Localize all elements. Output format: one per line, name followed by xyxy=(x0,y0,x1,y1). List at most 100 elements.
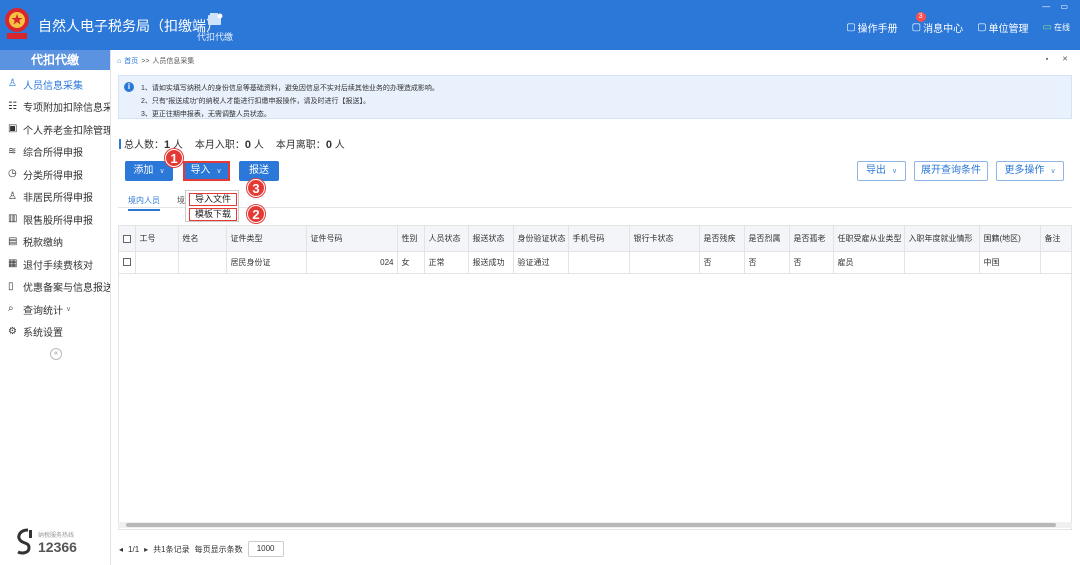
column-header[interactable]: 身份验证状态 xyxy=(513,226,569,252)
tab-domestic-persons[interactable]: 境内人员 xyxy=(128,195,160,211)
column-header[interactable]: 报送状态 xyxy=(468,226,514,252)
sidebar-item-label: 分类所得申报 xyxy=(23,170,83,182)
sidebar-item-12[interactable]: ⚙ 系统设置 xyxy=(0,321,110,344)
collapse-sidebar-icon[interactable]: « xyxy=(50,348,62,360)
table-cell: 正常 xyxy=(424,251,469,274)
column-header[interactable]: 是否残疾 xyxy=(699,226,745,252)
pagination: ◂ 1/1 ▸ 共1条记录 每页显示条数 1000 xyxy=(119,541,284,557)
stats-accent-bar xyxy=(119,139,121,149)
row-checkbox[interactable] xyxy=(119,251,136,274)
sidebar: 代扣代缴 ♙ 人员信息采集 ☷ 专项附加扣除信息采集 ▣ 个人养老金扣除管理 ≋ 综合所得申报… xyxy=(0,50,111,565)
table-row[interactable]: 居民身份证 024 女正常 报送成功 验证通过否否否雇员 中国 xyxy=(119,251,1071,274)
sidebar-item-5[interactable]: ◷ 分类所得申报 xyxy=(0,163,110,186)
per-page-label: 每页显示条数 xyxy=(194,544,243,554)
select-all-checkbox[interactable] xyxy=(119,226,136,252)
pension-icon: ▣ xyxy=(8,123,18,135)
per-page-input[interactable]: 1000 xyxy=(247,541,284,557)
home-icon[interactable]: ⌂ xyxy=(117,58,121,65)
hotline-number: 12366 xyxy=(38,538,77,555)
column-header[interactable]: 证件类型 xyxy=(226,226,307,252)
sidebar-item-label: 限售股所得申报 xyxy=(23,215,93,227)
next-page-icon[interactable]: ▸ xyxy=(144,545,148,554)
hotline-caption: 纳税服务热线 xyxy=(38,532,75,539)
record-total: 共1条记录 xyxy=(153,544,190,554)
column-header[interactable]: 是否孤老 xyxy=(789,226,834,252)
import-highlight-box xyxy=(183,161,230,181)
message-icon: ▢ xyxy=(911,22,922,33)
search-stats-icon: ⌕ xyxy=(8,303,14,315)
column-header[interactable]: 性别 xyxy=(397,226,425,252)
prev-page-icon[interactable]: ◂ xyxy=(119,545,123,554)
wallet-icon: ▤ xyxy=(8,235,18,247)
window-controls[interactable]: — ▭ xyxy=(1042,2,1072,11)
sidebar-item-8[interactable]: ▤ 税款缴纳 xyxy=(0,231,110,254)
annotation-step-1: 1 xyxy=(165,149,183,167)
table-cell: 报送成功 xyxy=(468,251,514,274)
sidebar-item-9[interactable]: ▦ 退付手续费核对 xyxy=(0,253,110,276)
import-file-menu-item[interactable]: 导入文件 xyxy=(189,193,237,206)
hotline-logo-icon xyxy=(17,528,32,555)
notice-line-2: 2、只有“报送成功”的纳税人才能进行扣缴申报操作，请及时进行【报送】。 xyxy=(141,98,371,105)
horizontal-scrollbar[interactable] xyxy=(118,522,1072,528)
column-header[interactable]: 姓名 xyxy=(178,226,227,252)
sidebar-item-label: 退付手续费核对 xyxy=(23,260,93,272)
add-button[interactable]: 添加 ∨ xyxy=(125,161,173,181)
message-count-badge: 3 xyxy=(915,12,926,22)
page-indicator: 1/1 xyxy=(128,544,140,554)
more-actions-button[interactable]: 更多操作 ∨ xyxy=(996,161,1064,181)
table-cell xyxy=(629,251,700,274)
expand-query-button[interactable]: 展开查询条件 xyxy=(914,161,988,181)
tab-withholding[interactable]: 代扣代缴 xyxy=(195,12,235,43)
message-center-link[interactable]: ▢ 3 消息中心 xyxy=(911,12,963,35)
scrollbar-thumb[interactable] xyxy=(126,523,1056,527)
sidebar-item-1[interactable]: ♙ 人员信息采集 xyxy=(0,73,110,96)
online-status[interactable]: ▭ 在线 xyxy=(1043,20,1070,35)
template-download-menu-item[interactable]: 模板下载 xyxy=(189,208,237,221)
tab-withholding-label: 代扣代缴 xyxy=(196,32,233,42)
notice-line-3: 3、更正往期申报表，无需调整人员状态。 xyxy=(141,111,271,118)
tab-foreign-persons[interactable]: 境 xyxy=(177,195,185,206)
column-header[interactable]: 国籍(地区) xyxy=(979,226,1041,252)
table-cell xyxy=(135,251,179,274)
column-header[interactable]: 是否烈属 xyxy=(744,226,790,252)
sidebar-item-6[interactable]: ♙ 非居民所得申报 xyxy=(0,186,110,209)
sidebar-item-10[interactable]: ▯优惠备案与信息报送∨ xyxy=(0,276,110,299)
breadcrumb-current: 人员信息采集 xyxy=(152,58,195,65)
sidebar-item-label: 优惠备案与信息报送 xyxy=(23,283,110,295)
top-bar: 自然人电子税务局（扣缴端） 代扣代缴 — ▭ ▢ 操作手册 ▢ 3 消息中心 ▢… xyxy=(0,0,1080,50)
table-cell: 居民身份证 xyxy=(226,251,307,274)
sidebar-item-label: 专项附加扣除信息采集 xyxy=(23,103,110,115)
company-management-link[interactable]: ▢ 单位管理 xyxy=(977,20,1028,35)
column-header[interactable]: 入职年度就业情形 xyxy=(904,226,980,252)
manual-link[interactable]: ▢ 操作手册 xyxy=(846,20,897,35)
breadcrumb-home[interactable]: 首页 xyxy=(124,56,138,66)
column-header[interactable]: 银行卡状态 xyxy=(629,226,700,252)
column-header[interactable]: 人员状态 xyxy=(424,226,469,252)
main-content: ⌂ 首页 >> 人员信息采集 ▪ ✕ i 1、请如实填写纳税人的身份信息等基础资… xyxy=(111,50,1080,565)
online-icon: ▭ xyxy=(1042,22,1052,33)
column-header[interactable]: 手机号码 xyxy=(568,226,630,252)
tax-emblem-logo xyxy=(5,8,29,39)
column-header[interactable]: 证件号码 xyxy=(306,226,398,252)
folder-icon xyxy=(208,13,223,25)
sidebar-item-2[interactable]: ☷ 专项附加扣除信息采集 xyxy=(0,96,110,119)
company-icon: ▢ xyxy=(977,22,987,33)
panel-controls[interactable]: ▪ ✕ xyxy=(1046,55,1074,63)
breadcrumb: ⌂ 首页 >> 人员信息采集 xyxy=(117,56,194,66)
submit-button[interactable]: 报送 xyxy=(239,161,279,181)
column-header[interactable]: 工号 xyxy=(135,226,179,252)
export-button[interactable]: 导出 ∨ xyxy=(857,161,906,181)
sidebar-item-4[interactable]: ≋ 综合所得申报 xyxy=(0,141,110,164)
table-cell: 024 xyxy=(306,251,398,274)
annotation-step-2: 2 xyxy=(247,205,265,223)
user-outline-icon: ♙ xyxy=(8,190,17,202)
checkbox-icon xyxy=(123,234,131,243)
column-header[interactable]: 备注 xyxy=(1040,226,1071,252)
sidebar-item-7[interactable]: ▥ 限售股所得申报 xyxy=(0,208,110,231)
column-header[interactable]: 任职受雇从业类型 xyxy=(833,226,905,252)
sidebar-item-3[interactable]: ▣ 个人养老金扣除管理 xyxy=(0,118,110,141)
app-title: 自然人电子税务局（扣缴端） xyxy=(38,18,220,34)
sidebar-item-11[interactable]: ⌕ 查询统计 ∨ xyxy=(0,298,110,321)
table-cell: 验证通过 xyxy=(513,251,569,274)
table-cell xyxy=(178,251,227,274)
